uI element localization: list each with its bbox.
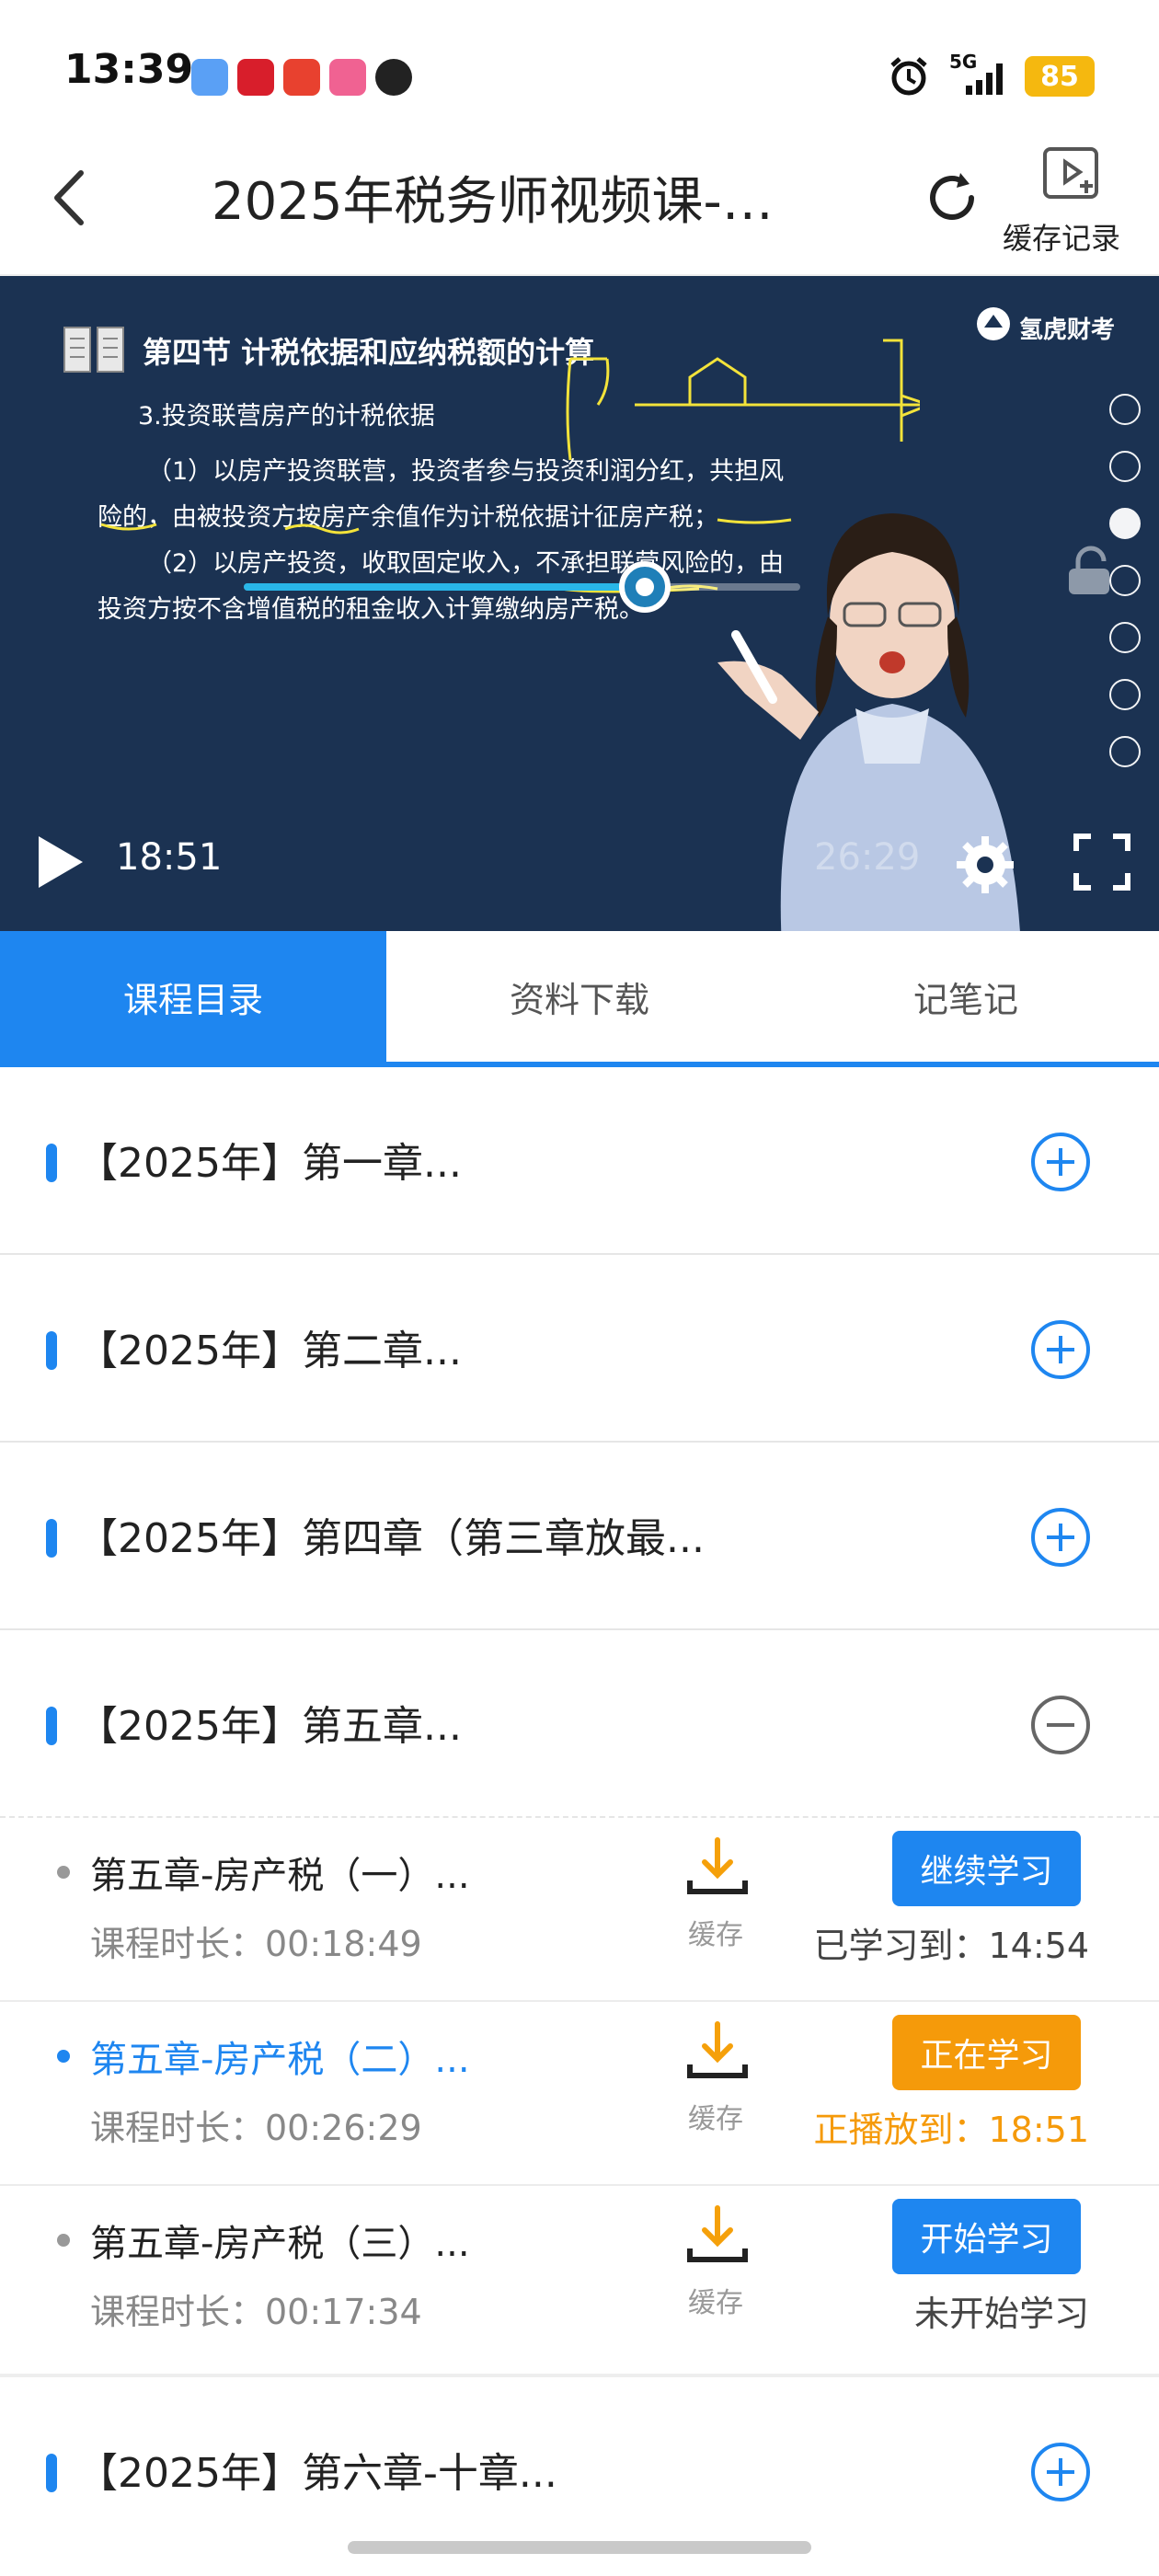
header: 2025年税务师视频课-… 缓存记录 [0,138,1159,276]
home-indicator[interactable] [348,2541,811,2554]
status-right: 5G 85 [887,51,1095,99]
lesson-title: 第五章-房产税（一）... [90,1855,470,1897]
expand-icon[interactable] [1030,2442,1091,2502]
tab-notes[interactable]: 记笔记 [773,931,1159,1062]
progress-track[interactable] [244,561,800,613]
lesson-title: 第五章-房产税（三）... [90,2223,470,2265]
brand-name: 氢虎财考 [1019,316,1116,344]
chapter-title: 【2025年】第二章... [77,1328,462,1374]
chapter-title: 【2025年】第六章-十章... [77,2450,557,2497]
chapter-title: 【2025年】第一章... [77,1140,462,1187]
status-bar: 13:39 5G 85 [0,0,1159,138]
tab-course-catalog[interactable]: 课程目录 [0,931,386,1062]
chapter-row[interactable]: 【2025年】第四章（第三章放最... [0,1443,1159,1630]
progress-fill [244,583,645,591]
download-label[interactable]: 缓存 [688,2280,743,2320]
lesson-row-active[interactable]: 第五章-房产税（二）... 课程时长：00:26:29 缓存 正在学习 正播放到… [0,2002,1159,2186]
chapter-marker [46,1519,57,1558]
lesson-progress: 未开始学习 [913,2294,1089,2334]
download-icon[interactable] [681,1836,754,1901]
expand-icon[interactable] [1030,1507,1091,1568]
chapter-row-expanded[interactable]: 【2025年】第五章... [0,1630,1159,1818]
cache-record-icon[interactable] [1039,145,1104,206]
chapter-title: 【2025年】第四章（第三章放最... [77,1515,705,1562]
lesson-dot [57,1866,70,1879]
back-icon[interactable] [48,166,94,230]
chapter-marker [46,1144,57,1182]
app-notification-icon [329,59,366,96]
chapter-title: 【2025年】第五章... [77,1703,462,1750]
prev-slide-icon[interactable] [1109,451,1141,482]
battery-indicator: 85 [1025,56,1095,97]
lesson-duration: 课程时长：00:17:34 [90,2292,422,2332]
lesson-progress: 正播放到：18:51 [813,2110,1089,2150]
next-slide-icon[interactable] [1109,394,1141,425]
download-label[interactable]: 缓存 [688,2096,743,2136]
expand-icon[interactable] [1030,1319,1091,1380]
lesson-progress: 已学习到：14:54 [813,1926,1089,1966]
pip-icon[interactable] [1109,736,1141,767]
lesson-dot [57,2050,70,2063]
status-time: 13:39 [64,46,194,93]
download-icon[interactable] [681,2204,754,2269]
video-player[interactable]: 第四节 计税依据和应纳税额的计算 3.投资联营房产的计税依据 （1）以房产投资联… [0,276,1159,931]
studying-button[interactable]: 正在学习 [892,2015,1081,2090]
chapter-marker [46,1707,57,1745]
download-label[interactable]: 缓存 [688,1912,743,1952]
expand-icon[interactable] [1030,1132,1091,1192]
tab-materials-download[interactable]: 资料下载 [386,931,773,1062]
download-icon[interactable] [681,2020,754,2085]
screen-icon[interactable] [1109,622,1141,653]
brand-logo-icon [977,307,1010,340]
app-notification-icon [237,59,274,96]
progress-thumb[interactable] [618,561,671,613]
start-study-button[interactable]: 开始学习 [892,2199,1081,2274]
pen-icon[interactable] [1109,508,1141,539]
app-notification-icon [191,59,228,96]
lesson-row[interactable]: 第五章-房产税（三）... 课程时长：00:17:34 缓存 开始学习 未开始学… [0,2186,1159,2379]
chapter-row[interactable]: 【2025年】第一章... [0,1067,1159,1255]
continue-study-button[interactable]: 继续学习 [892,1831,1081,1906]
app-notification-icon [283,59,320,96]
fullscreen-icon[interactable] [1073,833,1131,891]
chapter-row[interactable]: 【2025年】第二章... [0,1255,1159,1443]
chapter-marker [46,1331,57,1370]
lesson-duration: 课程时长：00:26:29 [90,2108,422,2148]
lock-icon[interactable] [1063,543,1119,598]
tab-bar: 课程目录 资料下载 记笔记 [0,931,1159,1067]
lesson-duration: 课程时长：00:18:49 [90,1924,422,1964]
app-notification-icon [375,59,412,96]
cache-record-button[interactable]: 缓存记录 [1003,215,1120,258]
page-title: 2025年税务师视频课-… [212,172,774,232]
play-icon[interactable] [33,833,88,891]
lesson-dot [57,2234,70,2247]
current-time: 18:51 [116,836,223,879]
chapter-row[interactable]: 【2025年】第六章-十章... [0,2377,1159,2565]
alarm-icon [890,57,927,96]
lesson-title: 第五章-房产税（二）... [90,2039,470,2081]
refresh-icon[interactable] [920,166,984,230]
collapse-icon[interactable] [1030,1695,1091,1755]
chapter-marker [46,2454,57,2492]
signal-icon: 5G [946,51,1010,98]
lesson-row[interactable]: 第五章-房产税（一）... 课程时长：00:18:49 缓存 继续学习 已学习到… [0,1818,1159,2002]
settings-icon[interactable] [953,833,1017,897]
total-time: 26:29 [814,836,921,879]
player-controls: 18:51 26:29 [0,787,1159,931]
more-icon[interactable] [1109,679,1141,710]
